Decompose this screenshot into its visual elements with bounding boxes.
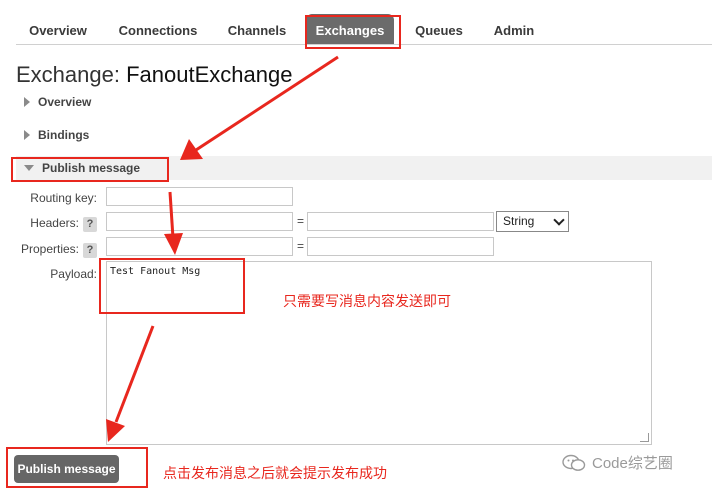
arrow-to-publish-section: [180, 55, 339, 160]
watermark: Code综艺圈: [562, 452, 673, 473]
publish-annotation: 点击发布消息之后就会提示发布成功: [163, 465, 387, 481]
payload-annotation: 只需要写消息内容发送即可: [283, 293, 451, 309]
watermark-text: Code综艺圈: [592, 455, 673, 472]
annotation-arrows: [106, 55, 339, 442]
wechat-icon: [562, 454, 586, 471]
arrow-to-publish-button: [106, 325, 155, 442]
arrow-to-payload: [164, 191, 183, 255]
